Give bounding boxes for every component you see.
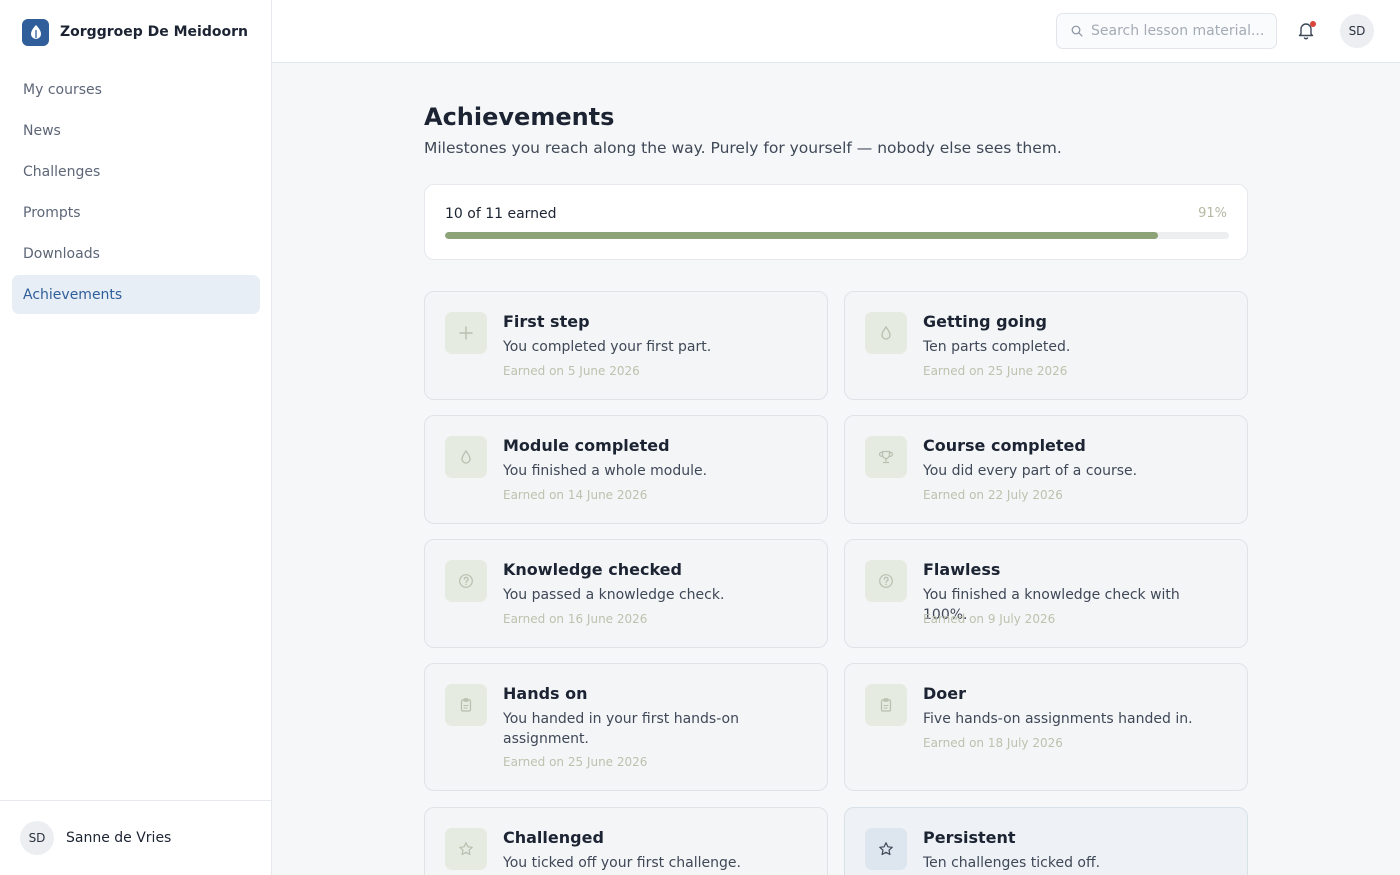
achievement-title: Doer [923,684,967,703]
topbar: SD [272,0,1400,63]
achievement-card[interactable]: First step You completed your first part… [424,291,828,400]
achievement-date: Earned on 9 July 2026 [923,612,1056,626]
achievement-card[interactable]: Module completed You finished a whole mo… [424,415,828,524]
achievement-title: Hands on [503,684,588,703]
brand[interactable]: Zorggroep De Meidoorn [22,17,248,47]
achievement-title: Flawless [923,560,1001,579]
achievement-card[interactable]: Challenged You ticked off your first cha… [424,807,828,875]
achievement-date: Earned on 18 July 2026 [923,736,1063,750]
page-subtitle: Milestones you reach along the way. Pure… [424,139,1062,157]
sidebar-item-my-courses[interactable]: My courses [12,70,260,109]
achievement-title: Course completed [923,436,1086,455]
sidebar-item-prompts[interactable]: Prompts [12,193,260,232]
achievement-title: Knowledge checked [503,560,682,579]
achievement-card[interactable]: Course completed You did every part of a… [844,415,1248,524]
sidebar: Zorggroep De Meidoorn My courses News Ch… [0,0,272,875]
drop-icon [445,436,487,478]
account-avatar[interactable]: SD [1340,14,1374,48]
achievement-title: Persistent [923,828,1016,847]
plus-icon [445,312,487,354]
achievement-card[interactable]: Getting going Ten parts completed. Earne… [844,291,1248,400]
question-icon [445,560,487,602]
achievement-description: You passed a knowledge check. [503,587,725,603]
achievement-title: Getting going [923,312,1047,331]
trophy-icon [865,436,907,478]
page-title: Achievements [424,103,615,131]
achievement-card[interactable]: Persistent Ten challenges ticked off. [844,807,1248,875]
achievement-date: Earned on 25 June 2026 [923,364,1068,378]
progress-label: 10 of 11 earned [445,206,557,222]
progress-percent: 91% [1198,206,1227,221]
progress-card: 10 of 11 earned 91% [424,184,1248,260]
achievement-description: You handed in your first hands-on assign… [503,711,739,747]
achievement-description: You did every part of a course. [923,463,1138,479]
achievement-description: Five hands-on assignments handed in. [923,711,1193,727]
achievement-date: Earned on 16 June 2026 [503,612,648,626]
achievement-description: Ten challenges ticked off. [923,855,1101,871]
notifications-button[interactable] [1296,20,1318,42]
star-icon [865,828,907,870]
achievement-description: You ticked off your first challenge. [503,855,741,871]
notification-badge [1310,21,1316,27]
brand-name: Zorggroep De Meidoorn [60,24,248,40]
avatar: SD [20,821,54,855]
drop-icon [865,312,907,354]
bell-icon [1296,23,1316,44]
sidebar-item-challenges[interactable]: Challenges [12,152,260,191]
achievement-card[interactable]: Flawless You finished a knowledge check … [844,539,1248,648]
brand-logo-icon [22,18,49,46]
search-icon [1071,22,1083,41]
clipboard-icon [865,684,907,726]
achievement-date: Earned on 22 July 2026 [923,488,1063,502]
achievement-card[interactable]: Knowledge checked You passed a knowledge… [424,539,828,648]
clipboard-icon [445,684,487,726]
user-profile[interactable]: SD Sanne de Vries [0,800,271,875]
sidebar-nav: My courses News Challenges Prompts Downl… [12,70,260,316]
achievement-description: You completed your first part. [503,339,712,355]
achievement-title: Module completed [503,436,670,455]
user-name: Sanne de Vries [66,830,172,846]
achievement-card[interactable]: Hands on You handed in your first hands-… [424,663,828,791]
progress-bar-fill [445,232,1159,239]
search-box[interactable] [1056,13,1277,49]
star-icon [445,828,487,870]
achievement-title: First step [503,312,590,331]
sidebar-item-achievements[interactable]: Achievements [12,275,260,314]
achievement-title: Challenged [503,828,604,847]
achievement-date: Earned on 5 June 2026 [503,364,640,378]
achievement-card[interactable]: Doer Five hands-on assignments handed in… [844,663,1248,791]
search-input[interactable] [1091,23,1271,39]
achievement-date: Earned on 25 June 2026 [503,755,648,769]
achievement-description: Ten parts completed. [923,339,1071,355]
sidebar-item-downloads[interactable]: Downloads [12,234,260,273]
question-icon [865,560,907,602]
progress-bar [445,232,1229,239]
achievement-date: Earned on 14 June 2026 [503,488,648,502]
achievement-description: You finished a whole module. [503,463,708,479]
sidebar-item-news[interactable]: News [12,111,260,150]
